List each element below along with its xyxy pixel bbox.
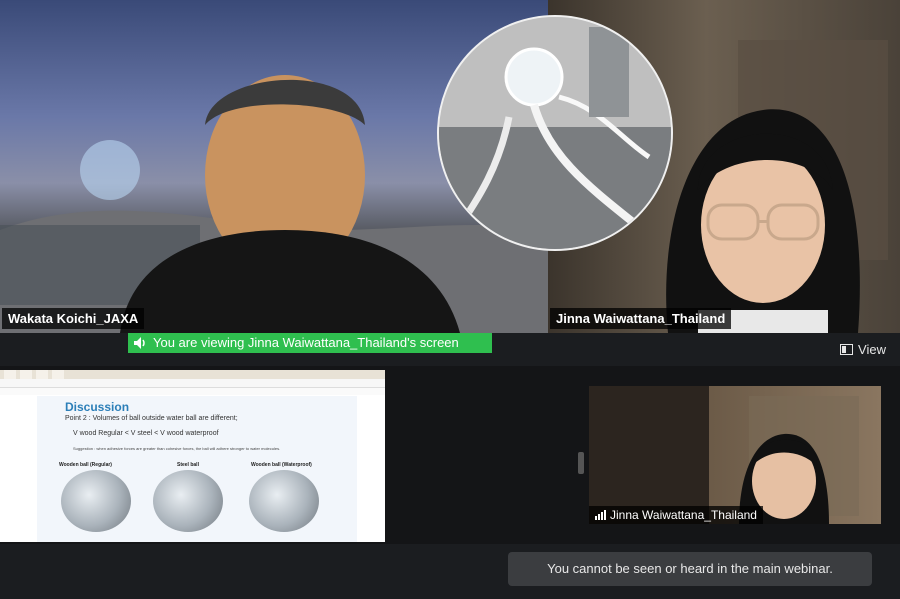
splitter-handle[interactable] (578, 452, 584, 474)
ball-image-wooden-waterproof (249, 470, 319, 532)
browser-tab (52, 370, 64, 379)
slide-note: Suggestion : when adhesive forces are gr… (73, 446, 281, 451)
slide-title: Discussion (65, 400, 130, 414)
ball-label-wooden-regular: Wooden ball (Regular) (59, 462, 112, 468)
browser-tab (36, 370, 48, 379)
signal-strength-icon (595, 510, 606, 520)
presentation-slide: Discussion Point 2 : Volumes of ball out… (37, 396, 357, 542)
ball-label-wooden-waterproof: Wooden ball (Waterproof) (251, 462, 312, 468)
participant-name-left: Wakata Koichi_JAXA (2, 308, 145, 329)
view-button[interactable]: View (840, 342, 886, 357)
pip-video-jinna[interactable]: Jinna Waiwattana_Thailand (589, 386, 881, 524)
speaker-icon (134, 337, 145, 349)
pip-name-tag: Jinna Waiwattana_Thailand (589, 506, 763, 524)
pip-video-frame (589, 386, 859, 524)
notification-toast: You cannot be seen or heard in the main … (508, 552, 872, 586)
screen-share-banner: You are viewing Jinna Waiwattana_Thailan… (128, 333, 492, 353)
slide-equation: V wood Regular < V steel < V wood waterp… (73, 430, 219, 437)
view-layout-icon (840, 344, 854, 355)
participant-name-right: Jinna Waiwattana_Thailand (550, 308, 732, 329)
ball-image-wooden-regular (61, 470, 131, 532)
browser-tab-strip (0, 370, 385, 379)
view-button-label: View (858, 342, 886, 357)
browser-address-bar (0, 379, 385, 388)
experiment-image-overlay (437, 15, 673, 251)
pip-participant-name: Jinna Waiwattana_Thailand (610, 508, 757, 522)
slide-subtitle: Point 2 : Volumes of ball outside water … (65, 415, 238, 422)
browser-bookmarks-bar (0, 388, 385, 395)
ball-label-steel: Steel ball (177, 462, 199, 468)
browser-tab (4, 370, 16, 379)
shared-browser-window[interactable]: Discussion Point 2 : Volumes of ball out… (0, 370, 385, 542)
ball-image-steel (153, 470, 223, 532)
banner-text: You are viewing Jinna Waiwattana_Thailan… (153, 335, 459, 350)
apparatus-drawing (439, 17, 671, 249)
browser-tab (20, 370, 32, 379)
